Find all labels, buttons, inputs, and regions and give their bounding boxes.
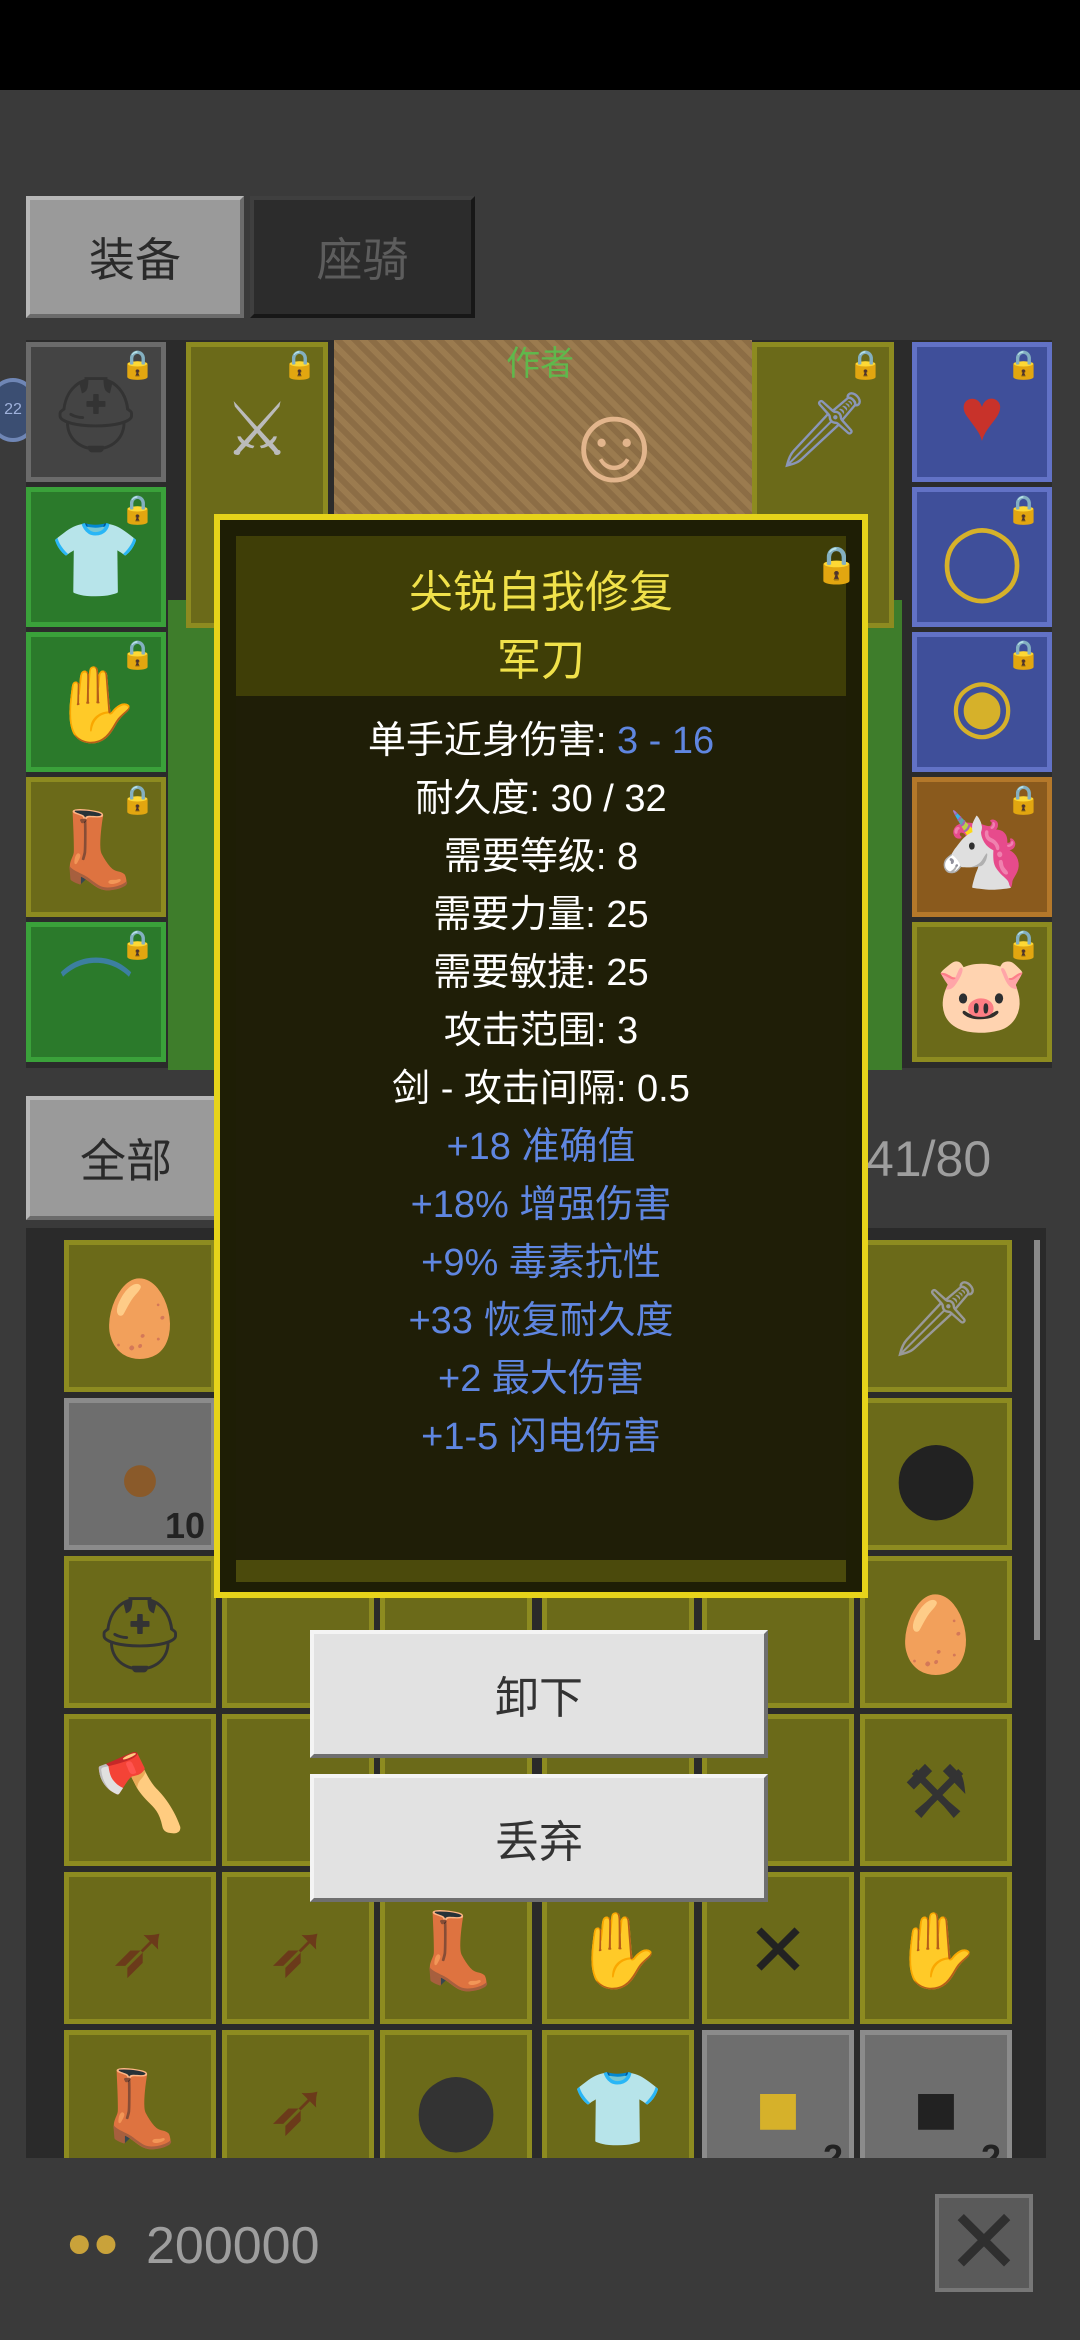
inventory-slot[interactable]: ⬤ xyxy=(380,2030,532,2158)
pig-icon: 🐷 xyxy=(935,952,1029,1036)
close-icon: ✕ xyxy=(946,2193,1022,2293)
item-prefix-title: 尖锐自我修复 xyxy=(409,568,673,617)
inventory-scrollbar[interactable] xyxy=(1034,1240,1040,1640)
tab-equipment[interactable]: 装备 xyxy=(26,196,244,318)
gloves-icon: ✋ xyxy=(49,662,143,746)
egg-icon: 🥚 xyxy=(889,1592,983,1676)
ore-icon: ● xyxy=(117,1434,163,1518)
boots-icon: 👢 xyxy=(93,2066,187,2150)
helmet-slot[interactable]: 🔒 ⛑ xyxy=(26,342,166,482)
character-sprite: ☺ xyxy=(558,382,671,505)
stat-required-level: 需要等级: 8 xyxy=(443,836,639,878)
gloves-icon: ✋ xyxy=(571,1908,665,1992)
inventory-slot[interactable]: 🥚 xyxy=(64,1240,216,1392)
sword-icon: 🗡 xyxy=(776,387,870,471)
filter-all-button[interactable]: 全部 xyxy=(26,1096,226,1220)
inventory-capacity: 41/80 xyxy=(866,1131,992,1187)
inventory-slot[interactable]: 🪓 xyxy=(64,1714,216,1866)
helmet-icon: ⛑ xyxy=(49,372,143,456)
close-button[interactable]: ✕ xyxy=(935,2194,1033,2292)
stat-label: 单手近身伤害: xyxy=(367,720,617,762)
lock-icon: 🔒 xyxy=(848,349,883,380)
inventory-slot[interactable]: 🗡 xyxy=(860,1240,1012,1392)
bonus-lightning-damage: +1-5 闪电伤害 xyxy=(421,1416,661,1458)
tooltip-footer xyxy=(236,1560,846,1582)
sabre-icon: ⚔ xyxy=(223,387,291,471)
amulet-icon: ♥ xyxy=(960,372,1004,456)
lock-icon: 🔒 xyxy=(1006,349,1041,380)
helmet-icon: ⛑ xyxy=(93,1592,187,1676)
stat-damage: 单手近身伤害: 3 - 16 xyxy=(220,712,862,770)
ring-slot-2[interactable]: 🔒 ◉ xyxy=(912,632,1052,772)
stat-durability: 耐久度: 30 / 32 xyxy=(415,778,667,820)
amulet-slot[interactable]: 🔒 ♥ xyxy=(912,342,1052,482)
ring-slot-1[interactable]: 🔒 ◯ xyxy=(912,487,1052,627)
inventory-slot[interactable]: ■ 2 xyxy=(702,2030,854,2158)
item-quantity: 10 xyxy=(164,1505,205,1546)
helmet-icon: ⬤ xyxy=(414,2066,498,2150)
item-name-title: 军刀 xyxy=(497,636,585,685)
boots-icon: 👢 xyxy=(409,1908,503,1992)
shield-icon: ⬤ xyxy=(894,1434,978,1518)
item-quantity: 2 xyxy=(980,2137,1001,2158)
bonus-durability-regen: +33 恢复耐久度 xyxy=(408,1300,674,1342)
unicorn-icon: 🦄 xyxy=(935,807,1029,891)
mace-icon: ⚒ xyxy=(902,1750,970,1834)
inventory-slot[interactable]: ● 10 xyxy=(64,1398,216,1550)
axe-icon: 🪓 xyxy=(93,1750,187,1834)
bow-icon: ➶ xyxy=(266,1908,330,1992)
gloves-icon: ✋ xyxy=(889,1908,983,1992)
bow-icon: ➶ xyxy=(108,1908,172,1992)
armor-slot[interactable]: 🔒 👕 xyxy=(26,487,166,627)
unequip-button[interactable]: 卸下 xyxy=(310,1630,768,1758)
gold-coins-icon: ●● xyxy=(66,2218,120,2267)
ring-icon: ◉ xyxy=(949,662,1015,746)
ring-icon: ◯ xyxy=(940,517,1024,601)
gold-amount: 200000 xyxy=(146,2217,320,2275)
status-bar xyxy=(0,0,1080,90)
inventory-slot[interactable]: 🥚 xyxy=(860,1556,1012,1708)
character-name: 作者 xyxy=(506,345,574,383)
crossed-swords-icon: ✕ xyxy=(746,1908,810,1992)
stat-required-strength: 需要力量: 25 xyxy=(433,894,649,936)
inventory-slot[interactable]: ⬤ xyxy=(860,1398,1012,1550)
lock-icon: 🔒 xyxy=(282,349,317,380)
pet-slot[interactable]: 🔒 🦄 xyxy=(912,777,1052,917)
boots-icon: 👢 xyxy=(49,807,143,891)
bonus-accuracy: +18 准确值 xyxy=(446,1126,636,1168)
stat-required-dexterity: 需要敏捷: 25 xyxy=(433,952,649,994)
bonus-max-damage: +2 最大伤害 xyxy=(438,1358,644,1400)
inventory-slot[interactable]: ■ 2 xyxy=(860,2030,1012,2158)
inventory-slot[interactable]: ✋ xyxy=(860,1872,1012,2024)
inventory-slot[interactable]: 👕 xyxy=(542,2030,694,2158)
gem-icon: ■ xyxy=(755,2066,801,2150)
lock-icon[interactable]: 🔒 xyxy=(814,544,859,586)
inventory-slot[interactable]: ➶ xyxy=(222,2030,374,2158)
item-tooltip: 尖锐自我修复 军刀 🔒 单手近身伤害: 3 - 16 耐久度: 30 / 32 … xyxy=(214,514,868,1598)
stat-attack-range: 攻击范围: 3 xyxy=(443,1010,639,1052)
belt-icon: ⌒ xyxy=(59,952,133,1036)
armor-icon: 👕 xyxy=(571,2066,665,2150)
dagger-icon: 🗡 xyxy=(889,1276,983,1360)
egg-icon: 🥚 xyxy=(93,1276,187,1360)
boots-slot[interactable]: 🔒 👢 xyxy=(26,777,166,917)
bow-icon: ➶ xyxy=(266,2066,330,2150)
tab-mount[interactable]: 座骑 xyxy=(250,196,475,318)
bonus-damage-percent: +18% 增强伤害 xyxy=(410,1184,672,1226)
inventory-slot[interactable]: 👢 xyxy=(64,2030,216,2158)
companion-slot[interactable]: 🔒 🐷 xyxy=(912,922,1052,1062)
gloves-slot[interactable]: 🔒 ✋ xyxy=(26,632,166,772)
item-stats: 单手近身伤害: 3 - 16 耐久度: 30 / 32 需要等级: 8 需要力量… xyxy=(220,712,862,1466)
gem-icon: ■ xyxy=(913,2066,959,2150)
belt-slot[interactable]: 🔒 ⌒ xyxy=(26,922,166,1062)
item-quantity: 2 xyxy=(822,2137,843,2158)
inventory-slot[interactable]: ⛑ xyxy=(64,1556,216,1708)
bonus-poison-resist: +9% 毒素抗性 xyxy=(421,1242,661,1284)
stat-value: 3 - 16 xyxy=(616,720,715,762)
discard-button[interactable]: 丢弃 xyxy=(310,1774,768,1902)
stat-attack-interval: 剑 - 攻击间隔: 0.5 xyxy=(392,1068,690,1110)
armor-icon: 👕 xyxy=(49,517,143,601)
inventory-slot[interactable]: ➶ xyxy=(64,1872,216,2024)
inventory-slot[interactable]: ⚒ xyxy=(860,1714,1012,1866)
